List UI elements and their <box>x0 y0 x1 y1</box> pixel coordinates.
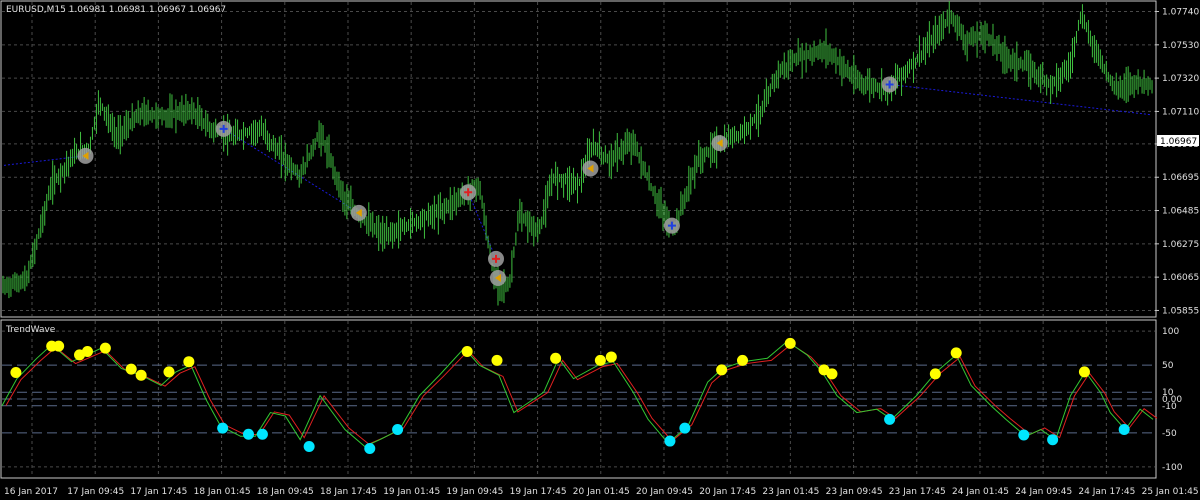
indicator-tick-label: -50 <box>1162 429 1177 439</box>
high-dot <box>135 369 147 381</box>
trading-chart: 1.077401.075301.073201.071101.069051.066… <box>0 0 1199 497</box>
high-dot <box>784 337 796 349</box>
high-dot <box>826 368 838 380</box>
low-dot <box>1047 434 1059 446</box>
y-tick-label: 1.06275 <box>1162 240 1199 250</box>
x-tick-label: 19 Jan 09:45 <box>446 487 503 497</box>
low-dot <box>364 443 376 455</box>
low-dot <box>243 428 255 440</box>
current-price-label: 1.06967 <box>1160 137 1197 147</box>
low-dot <box>884 413 896 425</box>
high-dot <box>929 368 941 380</box>
x-tick-label: 24 Jan 17:45 <box>1078 487 1135 497</box>
high-dot <box>163 366 175 378</box>
high-dot <box>461 346 473 358</box>
y-tick-label: 1.07530 <box>1162 41 1199 51</box>
x-tick-label: 17 Jan 09:45 <box>67 487 124 497</box>
y-tick-label: 1.06695 <box>1162 173 1199 183</box>
time-axis: 16 Jan 2017 17 Jan 09:45 17 Jan 17:45 18 Ja… <box>4 487 1199 497</box>
x-tick-label: 18 Jan 09:45 <box>257 487 314 497</box>
y-tick-label: 1.05855 <box>1162 306 1199 316</box>
x-tick-label: 20 Jan 09:45 <box>636 487 693 497</box>
y-tick-label: 1.06485 <box>1162 207 1199 217</box>
high-dot <box>183 356 195 368</box>
high-dot <box>950 347 962 359</box>
chart-header: EURUSD,M15 1.06981 1.06981 1.06967 1.069… <box>6 5 226 15</box>
x-tick-label: 20 Jan 17:45 <box>699 487 756 497</box>
x-tick-label: 18 Jan 01:45 <box>194 487 251 497</box>
y-tick-label: 1.06065 <box>1162 273 1199 283</box>
high-dot <box>53 340 65 352</box>
indicator-tick-label: 50 <box>1162 361 1174 371</box>
indicator-title: TrendWave <box>5 325 56 335</box>
x-tick-label: 19 Jan 01:45 <box>383 487 440 497</box>
x-tick-label: 25 Jan 01:45 <box>1142 487 1199 497</box>
high-dot <box>99 342 111 354</box>
x-tick-label: 16 Jan 2017 <box>4 487 58 497</box>
x-tick-label: 24 Jan 09:45 <box>1015 487 1072 497</box>
high-dot <box>605 351 617 363</box>
x-tick-label: 23 Jan 17:45 <box>889 487 946 497</box>
low-dot <box>1018 429 1030 441</box>
low-dot <box>256 428 268 440</box>
x-tick-label: 24 Jan 01:45 <box>952 487 1009 497</box>
low-dot <box>217 422 229 434</box>
indicator-axis: 10050100.00-10-50-100 <box>1162 327 1183 473</box>
indicator-tick-label: -100 <box>1162 463 1183 473</box>
high-dot <box>81 346 93 358</box>
indicator-tick-label: 100 <box>1162 327 1179 337</box>
x-tick-label: 18 Jan 17:45 <box>320 487 377 497</box>
high-dot <box>1078 366 1090 378</box>
high-dot <box>550 352 562 364</box>
indicator-tick-label: -10 <box>1162 402 1177 412</box>
x-tick-label: 23 Jan 01:45 <box>762 487 819 497</box>
high-dot <box>10 367 22 379</box>
x-tick-label: 19 Jan 17:45 <box>510 487 567 497</box>
high-dot <box>594 354 606 366</box>
y-tick-label: 1.07110 <box>1162 107 1199 117</box>
y-tick-label: 1.07320 <box>1162 74 1199 84</box>
x-tick-label: 20 Jan 01:45 <box>573 487 630 497</box>
y-tick-label: 1.07740 <box>1162 8 1199 18</box>
high-dot <box>125 363 137 375</box>
x-tick-label: 23 Jan 09:45 <box>826 487 883 497</box>
low-dot <box>392 424 404 436</box>
x-tick-label: 17 Jan 17:45 <box>130 487 187 497</box>
price-axis: 1.077401.075301.073201.071101.069051.066… <box>1155 8 1199 316</box>
high-dot <box>737 354 749 366</box>
low-dot <box>664 435 676 447</box>
low-dot <box>303 440 315 452</box>
high-dot <box>491 354 503 366</box>
high-dot <box>716 364 728 376</box>
low-dot <box>1118 424 1130 436</box>
low-dot <box>679 422 691 434</box>
